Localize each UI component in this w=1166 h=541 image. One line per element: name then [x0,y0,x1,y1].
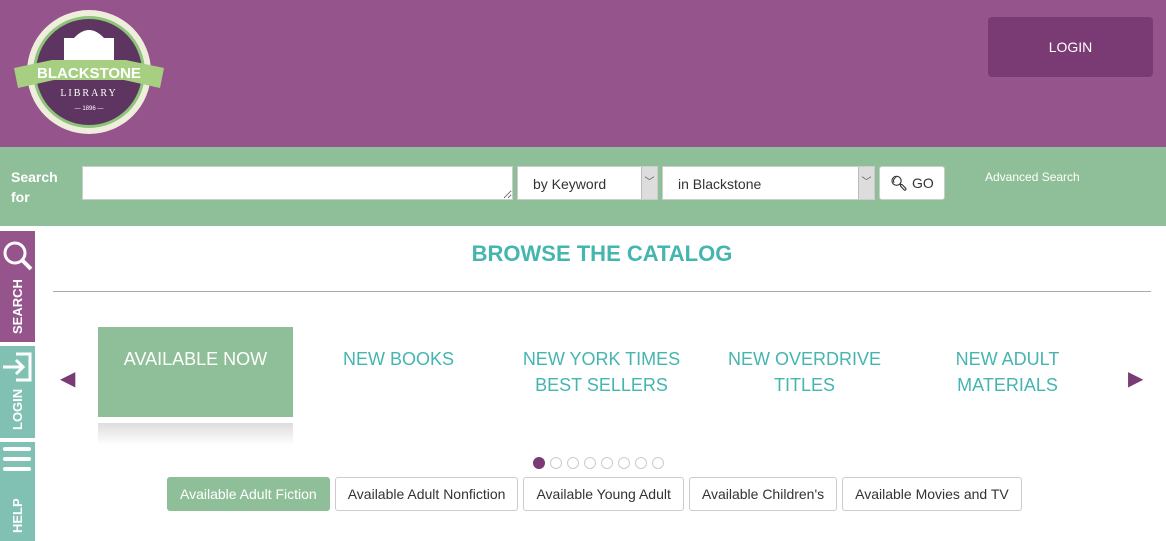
page-dot[interactable] [567,457,579,469]
page-dot[interactable] [635,457,647,469]
page-dot[interactable] [652,457,664,469]
carousel-slide[interactable]: NEW OVERDRIVE TITLES [707,327,902,417]
tab-childrens[interactable]: Available Children's [688,477,838,511]
search-icon: 🔍︎ [890,174,909,191]
search-input[interactable] [82,166,513,200]
search-type-value: by Keyword [533,176,607,192]
page-dot[interactable] [550,457,562,469]
search-scope-select[interactable]: in Blackstone ﹀ [662,166,875,200]
carousel-prev-arrow[interactable]: ◀ [60,366,75,391]
svg-text:— 1896 —: — 1896 — [75,106,104,112]
search-label: Search for [11,169,58,205]
tab-adult-nonfiction[interactable]: Available Adult Nonfiction [334,477,519,511]
chevron-down-icon: ﹀ [641,167,657,199]
page-dot[interactable] [618,457,630,469]
carousel-next-arrow[interactable]: ▶ [1128,366,1143,391]
menu-icon [3,447,31,471]
carousel-slide[interactable]: NEW BOOKS [301,327,496,417]
login-button[interactable]: LOGIN [988,17,1153,77]
advanced-search-link[interactable]: Advanced Search [985,170,1080,184]
side-tab-label: SEARCH [10,279,25,334]
tab-movies-tv[interactable]: Available Movies and TV [842,477,1022,511]
search-bar: Search for by Keyword ﹀ in Blackstone ﹀ 🔍︎… [0,147,1166,226]
tab-adult-fiction[interactable]: Available Adult Fiction [167,477,330,511]
collection-tabs: Available Adult Fiction Available Adult … [167,477,1022,511]
search-icon [3,241,33,271]
svg-text:BLACKSTONE: BLACKSTONE [37,65,141,82]
slide-shadow [98,423,293,445]
login-icon [3,352,32,382]
carousel-slide[interactable]: NEW YORK TIMES BEST SELLERS [504,327,699,417]
header: BLACKSTONE LIBRARY — 1896 — LOGIN [0,0,1166,147]
tab-young-adult[interactable]: Available Young Adult [523,477,684,511]
page-dot[interactable] [601,457,613,469]
page-dot[interactable] [584,457,596,469]
page-title: BROWSE THE CATALOG [471,241,733,266]
svg-text:LIBRARY: LIBRARY [60,88,117,99]
page-dot[interactable] [533,457,545,469]
carousel-slide[interactable]: AVAILABLE NOW [98,327,293,417]
side-tab-login[interactable]: LOGIN [0,346,35,438]
search-scope-value: in Blackstone [678,176,762,192]
side-tab-label: LOGIN [10,388,25,430]
side-tab-search[interactable]: SEARCH [0,231,35,342]
go-label: GO [911,174,934,191]
divider [53,291,1151,292]
chevron-down-icon: ﹀ [858,167,874,199]
go-button[interactable]: 🔍︎ GO [879,166,945,200]
side-tab-help[interactable]: HELP [0,442,35,541]
library-logo[interactable]: BLACKSTONE LIBRARY — 1896 — [12,8,166,136]
side-tab-label: HELP [10,498,25,533]
carousel-pagination [533,457,664,469]
carousel-slide[interactable]: NEW ADULT MATERIALS [910,327,1105,417]
search-type-select[interactable]: by Keyword ﹀ [517,166,658,200]
